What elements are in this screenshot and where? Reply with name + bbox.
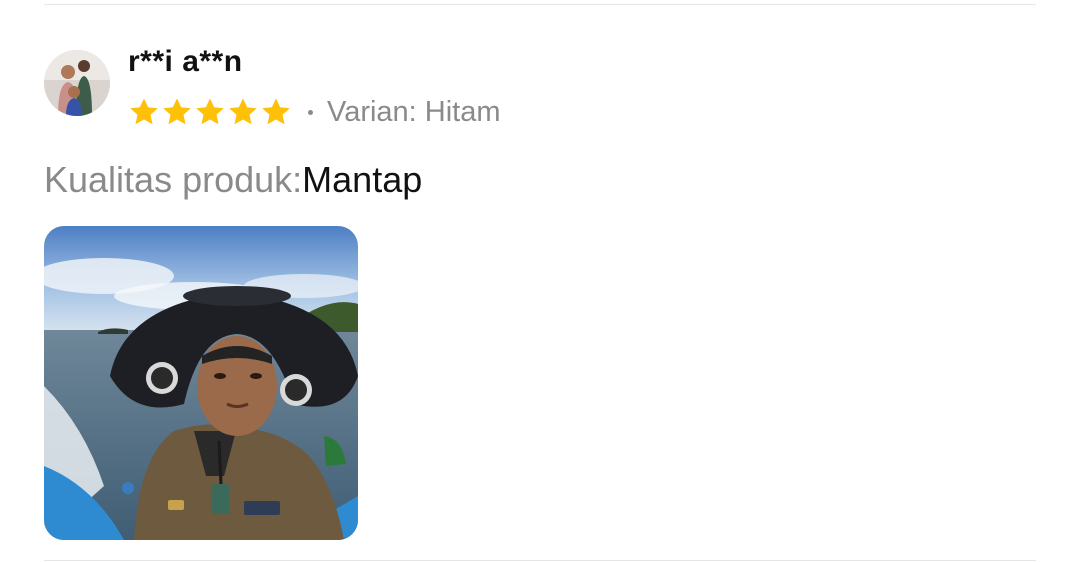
divider-top [44, 4, 1036, 5]
reviewer-name: r**i a**n [128, 45, 243, 78]
rating-row: Varian: Hitam [128, 92, 501, 132]
avatar[interactable] [44, 50, 110, 116]
star-icon [128, 96, 160, 128]
quality-label: Kualitas produk: [44, 159, 303, 200]
variant-label: Varian: Hitam [327, 96, 501, 128]
star-rating [128, 96, 292, 128]
star-icon [161, 96, 193, 128]
quality-row: Kualitas produk:Mantap [44, 158, 422, 202]
star-icon [227, 96, 259, 128]
separator-dot [308, 109, 313, 115]
star-icon [260, 96, 292, 128]
star-icon [194, 96, 226, 128]
review-photo[interactable] [44, 226, 358, 540]
divider-bottom [44, 560, 1036, 561]
quality-value: Mantap [302, 159, 423, 200]
